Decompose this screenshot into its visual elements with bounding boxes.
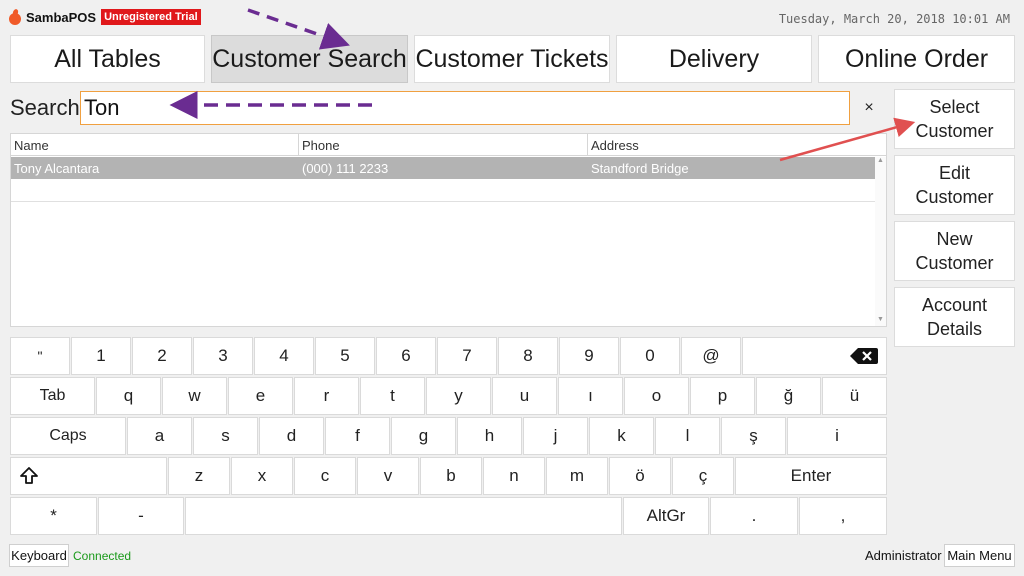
annotation-arrow-to-tab	[247, 8, 350, 50]
annotation-arrow-to-select	[779, 117, 916, 162]
annotation-overlay	[169, 8, 916, 162]
